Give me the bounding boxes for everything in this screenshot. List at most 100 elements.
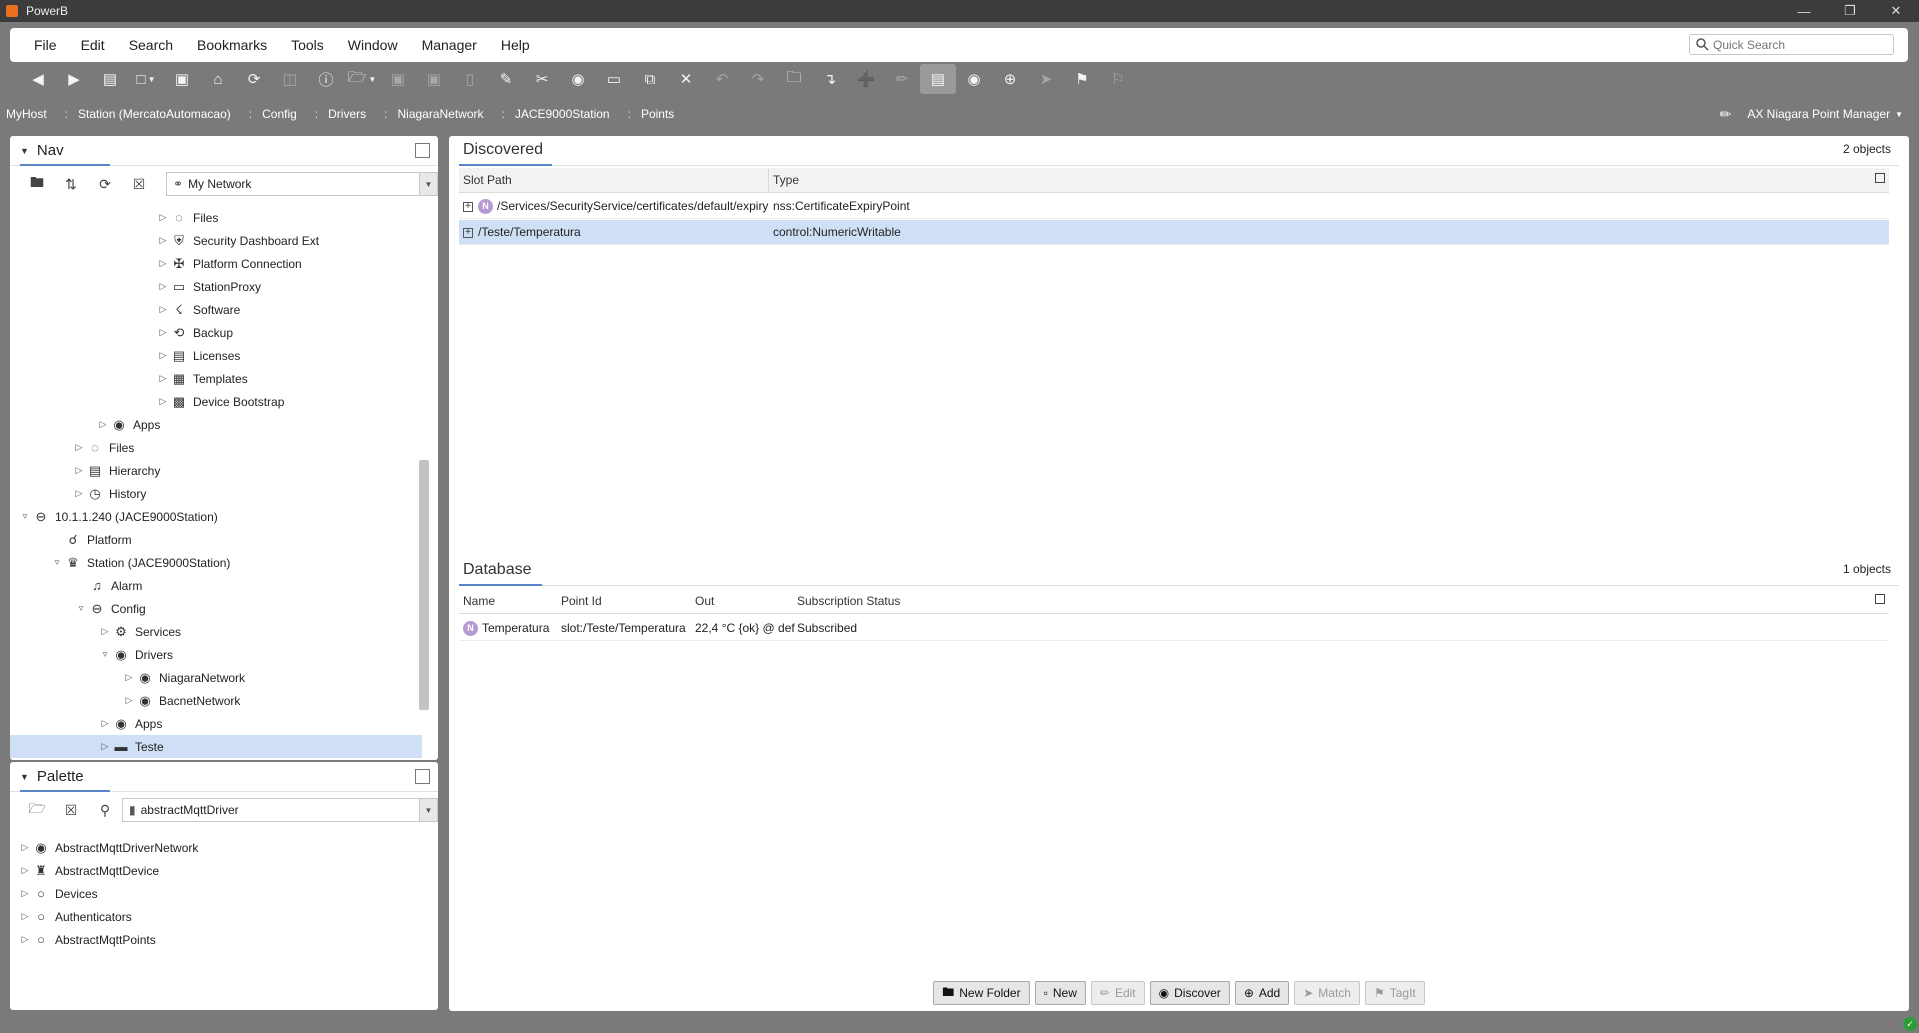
edit-doc-icon[interactable]: ✎ — [488, 64, 524, 94]
back-icon[interactable]: ◀ — [20, 64, 56, 94]
collapse-icon[interactable]: ▿ — [74, 603, 88, 614]
match-button[interactable]: ➤ Match — [1294, 981, 1360, 1005]
table-row[interactable]: + N /Services/SecurityService/certificat… — [459, 194, 1889, 219]
expand-icon[interactable]: ▷ — [156, 281, 170, 292]
tree-item[interactable]: ▿ ◉ Drivers — [98, 643, 173, 666]
scroll-thumb[interactable] — [419, 460, 429, 710]
match-icon[interactable]: ➤ — [1028, 64, 1064, 94]
expand-icon[interactable]: ▷ — [98, 626, 112, 637]
pencil-icon[interactable]: ✏ — [884, 64, 920, 94]
expand-icon[interactable]: ▷ — [156, 373, 170, 384]
info-icon[interactable]: ⓘ — [308, 64, 344, 94]
minimize-button[interactable]: — — [1781, 0, 1827, 22]
tree-item[interactable]: ▷ ▤ Licenses — [156, 344, 241, 367]
database-title[interactable]: Database — [463, 561, 532, 579]
close-icon[interactable]: ☒ — [122, 171, 156, 197]
expand-icon[interactable]: ▷ — [156, 212, 170, 223]
tree-item-selected[interactable]: ▷ ▬ Teste — [10, 735, 422, 758]
expand-icon[interactable]: ▷ — [72, 442, 86, 453]
table-row[interactable]: N Temperatura slot:/Teste/Temperatura 22… — [459, 616, 1889, 641]
breadcrumb-item[interactable]: NiagaraNetwork — [391, 107, 489, 121]
expand-icon[interactable]: ▷ — [156, 258, 170, 269]
tree-item[interactable]: ▷ ◉ Apps — [96, 413, 161, 436]
tree-item[interactable]: ▷ ◉ Apps — [98, 712, 163, 735]
column-menu-icon[interactable]: ≡ — [1875, 173, 1885, 183]
collapse-icon[interactable]: ▼ — [20, 146, 29, 156]
new-doc-icon[interactable]: ➕ — [848, 64, 884, 94]
home-icon[interactable]: ⌂ — [200, 64, 236, 94]
pencil-icon[interactable]: ✏ — [1720, 106, 1732, 123]
edit-button[interactable]: ✏ Edit — [1090, 981, 1145, 1005]
collapse-icon[interactable]: ▿ — [98, 649, 112, 660]
link-icon[interactable]: ↴ — [812, 64, 848, 94]
refresh-icon[interactable]: ⟳ — [88, 171, 122, 197]
tag-search-icon[interactable]: ⚐ — [1100, 64, 1136, 94]
expand-icon[interactable]: ▷ — [98, 741, 112, 752]
maximize-icon[interactable] — [415, 143, 430, 158]
export-icon[interactable]: ▯ — [452, 64, 488, 94]
column-menu-icon[interactable]: ≡ — [1875, 594, 1885, 604]
tree-item[interactable]: ▷ ☇ Software — [156, 298, 241, 321]
quick-search[interactable] — [1689, 34, 1894, 55]
tree-item[interactable]: ▷ ○ Devices — [18, 882, 98, 905]
expand-icon[interactable]: + — [463, 227, 473, 238]
tree-item[interactable]: ▷ ◉ BacnetNetwork — [122, 689, 241, 712]
cut-icon[interactable]: ✂ — [524, 64, 560, 94]
menu-manager[interactable]: Manager — [410, 28, 489, 62]
tree-item[interactable]: ▷ ○ Authenticators — [18, 905, 132, 928]
menu-search[interactable]: Search — [117, 28, 185, 62]
expand-icon[interactable]: ▷ — [98, 718, 112, 729]
add-button[interactable]: ⊕ Add — [1234, 981, 1290, 1005]
column-header-subscription-status[interactable]: Subscription Status — [793, 589, 1393, 614]
expand-icon[interactable]: ▷ — [18, 911, 32, 922]
up-level-icon[interactable]: ▤ — [92, 64, 128, 94]
open-folder-icon[interactable]: 🗁 ▼ — [344, 64, 380, 94]
tag-icon[interactable]: ⚑ — [1064, 64, 1100, 94]
sort-icon[interactable]: ⇅ — [54, 171, 88, 197]
view-selector[interactable]: ✏ AX Niagara Point Manager ▼ — [1720, 100, 1903, 128]
collapse-icon[interactable]: ▿ — [18, 511, 32, 522]
tree-item[interactable]: ▷ ♜ AbstractMqttDevice — [18, 859, 160, 882]
new-folder-button[interactable]: 🖿 New Folder — [933, 981, 1030, 1005]
new-folder-icon[interactable]: 🖿 — [20, 171, 54, 197]
menu-bookmarks[interactable]: Bookmarks — [185, 28, 279, 62]
tree-item[interactable]: ▷ ⛨ Security Dashboard Ext — [156, 229, 320, 252]
refresh-icon[interactable]: ⟳ — [236, 64, 272, 94]
breadcrumb-item[interactable]: Station (MercatoAutomacao) — [72, 107, 237, 121]
breadcrumb-item[interactable]: Config — [256, 107, 303, 121]
binoculars-icon[interactable]: ◉ — [956, 64, 992, 94]
expand-icon[interactable]: ▷ — [122, 672, 136, 683]
tree-item[interactable]: ▷ ▭ StationProxy — [156, 275, 262, 298]
expand-icon[interactable]: ▷ — [156, 327, 170, 338]
tagit-button[interactable]: ⚑ TagIt — [1364, 981, 1425, 1005]
side-bars-icon[interactable]: □ ▼ — [128, 64, 164, 94]
copy-icon[interactable]: ◉ — [560, 64, 596, 94]
open-folder-icon[interactable]: 🗁 — [20, 797, 54, 823]
tree-item[interactable]: ☌ Platform — [50, 528, 132, 551]
nav-root-select[interactable]: ⚭ My Network ▼ — [166, 172, 438, 196]
maximize-icon[interactable] — [415, 769, 430, 784]
restore-button[interactable]: ❐ — [1827, 0, 1873, 22]
close-button[interactable]: ✕ — [1873, 0, 1919, 22]
breadcrumb-item[interactable]: Points — [635, 107, 680, 121]
expand-icon[interactable]: ▷ — [156, 304, 170, 315]
paste-icon[interactable]: ▭ — [596, 64, 632, 94]
menu-file[interactable]: File — [22, 28, 69, 62]
menu-tools[interactable]: Tools — [279, 28, 336, 62]
tree-item[interactable]: ▷ ◌ Files — [156, 206, 219, 229]
expand-icon[interactable]: ▷ — [18, 865, 32, 876]
expand-icon[interactable]: ▷ — [122, 695, 136, 706]
tree-item[interactable]: ▷ ⚙ Services — [98, 620, 181, 643]
expand-icon[interactable]: + — [463, 201, 473, 212]
tree-item[interactable]: ▿ ⊖ Config — [74, 597, 146, 620]
duplicate-icon[interactable]: ⧉ — [632, 64, 668, 94]
tree-item[interactable]: ▷ ◷ History — [72, 482, 147, 505]
column-header-name[interactable]: Name — [459, 589, 557, 614]
expand-icon[interactable]: ▷ — [18, 934, 32, 945]
palette-module-select[interactable]: ▮ abstractMqttDriver ▼ — [122, 798, 438, 822]
redo-icon[interactable]: ↷ — [740, 64, 776, 94]
table-row-selected[interactable]: + /Teste/Temperatura control:NumericWrit… — [459, 220, 1889, 245]
tree-item[interactable]: ▷ ▦ Templates — [156, 367, 248, 390]
column-header-point-id[interactable]: Point Id — [557, 589, 691, 614]
expand-icon[interactable]: ▷ — [156, 350, 170, 361]
